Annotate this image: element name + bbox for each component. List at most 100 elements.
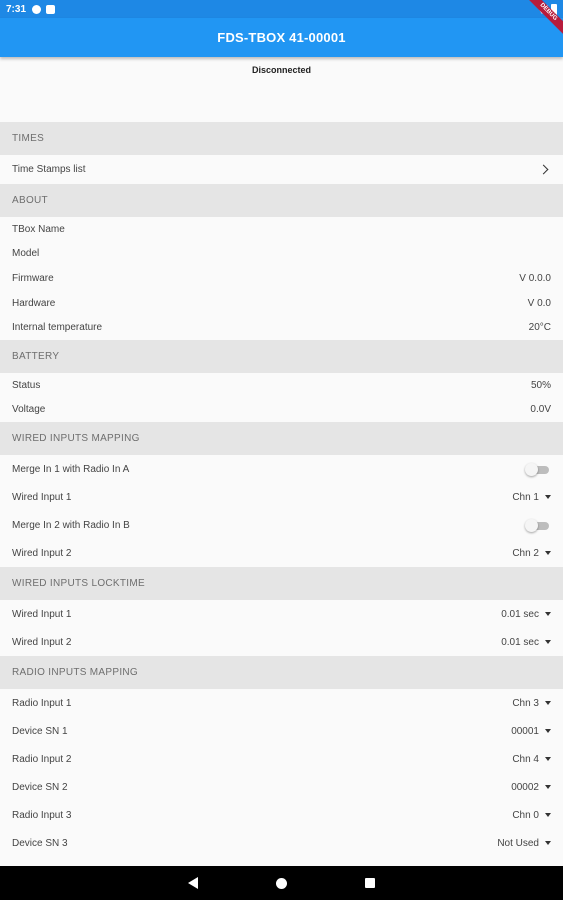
row-label: Status: [12, 379, 41, 391]
row-value: 20°C: [528, 322, 551, 334]
row-label: Voltage: [12, 404, 46, 416]
row-label: Internal temperature: [12, 322, 103, 334]
time-stamps-list-item[interactable]: Time Stamps list: [0, 155, 563, 184]
dropdown-value: Chn 0: [512, 809, 539, 821]
row-value: 50%: [530, 379, 551, 391]
wired-input-2-dropdown[interactable]: Chn 2: [512, 548, 551, 559]
wired-input-2-mapping-row: Wired Input 2 Chn 2: [0, 539, 563, 568]
row-label: Wired Input 2: [12, 636, 72, 648]
battery-row-voltage: Voltage 0.0V: [0, 397, 563, 423]
radio-row-radio-input-3: Radio Input 3 Chn 0: [0, 801, 563, 830]
wired-input-1-mapping-row: Wired Input 1 Chn 1: [0, 483, 563, 512]
dropdown-arrow-icon: [545, 495, 551, 500]
row-label: Device SN 3: [12, 837, 68, 849]
about-row-model: Model: [0, 241, 563, 267]
wired-input-1-dropdown[interactable]: Chn 1: [512, 492, 551, 503]
about-row-internal-temperature: Internal temperature 20°C: [0, 315, 563, 340]
section-header-battery: BATTERY: [0, 339, 563, 373]
dropdown-value: Not Used: [497, 837, 539, 849]
dropdown-value: Chn 2: [512, 547, 539, 559]
row-label: TBox Name: [12, 223, 65, 235]
row-value: V 0.0: [527, 297, 551, 309]
dropdown-value: Chn 3: [512, 697, 539, 709]
locktime-row-wired-input-2: Wired Input 2 0.01 sec: [0, 628, 563, 657]
dropdown-value: Chn 4: [512, 753, 539, 765]
device-sn-3-dropdown[interactable]: Not Used: [497, 838, 551, 849]
time-stamps-label: Time Stamps list: [12, 164, 86, 175]
wifi-icon: [536, 4, 548, 14]
row-label: Radio Input 1: [12, 697, 72, 709]
settings-list: TIMES Time Stamps list ABOUT TBox Name M…: [0, 122, 563, 858]
row-value: V 0.0.0: [519, 272, 551, 284]
locktime-row-wired-input-1: Wired Input 1 0.01 sec: [0, 600, 563, 629]
home-icon[interactable]: [276, 877, 287, 889]
dropdown-value: 0.01 sec: [501, 636, 539, 648]
row-label: Wired Input 1: [12, 491, 72, 503]
toggle-thumb: [525, 519, 538, 533]
connection-panel: Disconnected: [0, 57, 563, 123]
radio-row-radio-input-2: Radio Input 2 Chn 4: [0, 745, 563, 774]
dropdown-arrow-icon: [545, 785, 551, 790]
row-label: Model: [12, 248, 40, 260]
page-title: FDS-TBOX 41-00001: [217, 30, 346, 45]
sd-card-icon: [46, 4, 56, 14]
chevron-right-icon: [538, 164, 549, 175]
battery-icon: [551, 3, 557, 15]
merge-in-2-row: Merge In 2 with Radio In B: [0, 511, 563, 540]
dropdown-arrow-icon: [545, 757, 551, 762]
row-label: Merge In 1 with Radio In A: [12, 463, 130, 475]
navigation-bar: [0, 866, 563, 900]
dropdown-arrow-icon: [545, 813, 551, 818]
dropdown-arrow-icon: [545, 640, 551, 645]
dropdown-arrow-icon: [545, 841, 551, 846]
battery-row-status: Status 50%: [0, 372, 563, 398]
dropdown-arrow-icon: [545, 701, 551, 706]
about-row-tbox-name: TBox Name: [0, 217, 563, 242]
radio-input-2-dropdown[interactable]: Chn 4: [512, 754, 551, 765]
radio-input-3-dropdown[interactable]: Chn 0: [512, 810, 551, 821]
radio-row-device-sn-3: Device SN 3 Not Used: [0, 829, 563, 858]
row-label: Wired Input 2: [12, 547, 72, 559]
status-time: 7:31: [6, 3, 27, 15]
dropdown-value: 00002: [511, 781, 539, 793]
merge-in-1-row: Merge In 1 with Radio In A: [0, 455, 563, 484]
dropdown-value: 00001: [511, 725, 539, 737]
row-label: Wired Input 1: [12, 608, 72, 620]
status-bar: 7:31: [0, 0, 563, 18]
dropdown-value: Chn 1: [512, 491, 539, 503]
about-row-hardware: Hardware V 0.0: [0, 290, 563, 316]
radio-row-device-sn-2: Device SN 2 00002: [0, 773, 563, 802]
row-label: Device SN 2: [12, 781, 68, 793]
section-header-times: TIMES: [0, 122, 563, 155]
section-header-wired-inputs-locktime: WIRED INPUTS LOCKTIME: [0, 567, 563, 601]
locktime-2-dropdown[interactable]: 0.01 sec: [501, 637, 551, 648]
section-header-about: ABOUT: [0, 184, 563, 217]
row-label: Merge In 2 with Radio In B: [12, 519, 130, 531]
radio-input-1-dropdown[interactable]: Chn 3: [512, 698, 551, 709]
row-label: Radio Input 3: [12, 809, 72, 821]
row-value: 0.0V: [530, 404, 551, 416]
dropdown-arrow-icon: [545, 729, 551, 734]
app-bar: FDS-TBOX 41-00001: [0, 18, 563, 57]
notification-icon: [32, 4, 42, 14]
dropdown-value: 0.01 sec: [501, 608, 539, 620]
locktime-1-dropdown[interactable]: 0.01 sec: [501, 609, 551, 620]
back-icon[interactable]: [188, 877, 198, 889]
about-row-firmware: Firmware V 0.0.0: [0, 266, 563, 291]
radio-row-device-sn-1: Device SN 1 00001: [0, 717, 563, 746]
row-label: Device SN 1: [12, 725, 68, 737]
section-header-wired-inputs-mapping: WIRED INPUTS MAPPING: [0, 422, 563, 456]
recent-apps-icon[interactable]: [365, 878, 375, 888]
row-label: Hardware: [12, 297, 56, 309]
loading-indicator-icon: [271, 45, 274, 48]
section-header-radio-inputs-mapping: RADIO INPUTS MAPPING: [0, 656, 563, 690]
merge-in-2-toggle[interactable]: [525, 519, 551, 533]
dropdown-arrow-icon: [545, 612, 551, 617]
device-sn-2-dropdown[interactable]: 00002: [511, 782, 551, 793]
toggle-thumb: [525, 463, 538, 477]
radio-row-radio-input-1: Radio Input 1 Chn 3: [0, 689, 563, 718]
connection-status: Disconnected: [251, 65, 311, 75]
device-sn-1-dropdown[interactable]: 00001: [511, 726, 551, 737]
merge-in-1-toggle[interactable]: [525, 463, 551, 477]
row-label: Firmware: [12, 272, 54, 284]
